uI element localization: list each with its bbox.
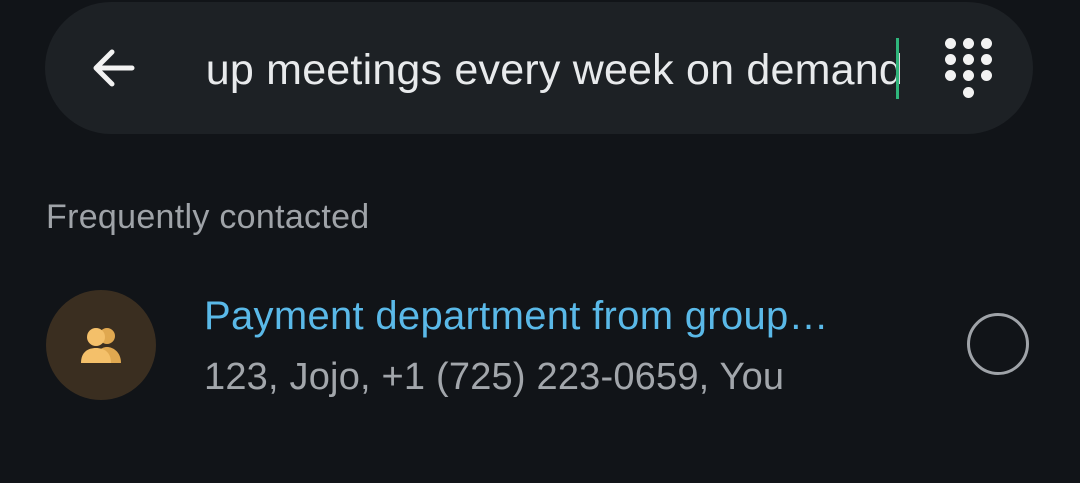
contact-list-item[interactable]: Payment department from group… 123, Jojo… [0,280,1080,410]
search-bar: up meetings every week on demand [45,2,1033,134]
avatar [46,290,156,400]
dialpad-button[interactable] [935,32,1003,104]
search-query-text: up meetings every week on demand [205,46,903,94]
contact-name: Payment department from group… [204,294,829,338]
select-checkbox[interactable] [967,313,1029,375]
section-title: Frequently contacted [46,198,370,236]
search-input[interactable]: up meetings every week on demand [175,32,903,108]
group-icon [81,328,121,363]
contact-details: 123, Jojo, +1 (725) 223-0659, You [204,356,785,398]
arrow-left-icon [93,49,135,87]
back-button[interactable] [85,40,141,96]
text-caret [896,38,899,99]
dialpad-icon [945,38,956,49]
